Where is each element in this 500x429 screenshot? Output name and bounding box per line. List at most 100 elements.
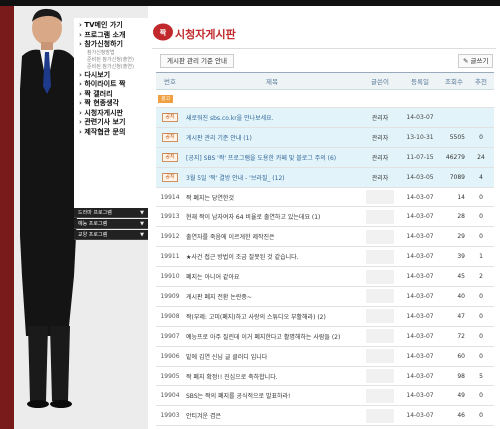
post-date: 14-03-07 [400, 286, 440, 307]
menu-item[interactable]: 짝 갤러리 [79, 90, 148, 100]
red-band [0, 6, 14, 429]
post-date: 14-03-07 [400, 326, 440, 347]
table-row[interactable]: 19907 예능프로 아주 질린데 이거 폐지한다고 활명해하는 사람들 (2) 1… [156, 326, 494, 347]
post-title-link[interactable]: ★사건 접근 방법이 조금 잘못된 것 같습니다. [184, 246, 360, 268]
table-row[interactable]: 19905 짝 폐지 확정!! 진심으로 축하합니다. 14-03-07 98 5 [156, 366, 494, 387]
post-date: 14-03-07 [400, 266, 440, 288]
redacted-author [366, 209, 394, 224]
post-title-link[interactable]: 짝 폐지 확정!! 진심으로 축하합니다. [184, 366, 360, 387]
post-number: 19904 [156, 385, 184, 407]
notice-badge-cell: 공지 [156, 107, 184, 128]
post-title-link[interactable]: 안티겨운 겸은 [184, 405, 360, 427]
menu-item[interactable]: 다시보기 [79, 71, 148, 81]
notice-row[interactable]: 공지 3월 5일 '짝' 결방 안내 - '브라질_ (12) 관리자 14-03-0… [156, 167, 494, 188]
dropdown-culture[interactable]: 교양 프로그램 ▼ [74, 230, 148, 240]
post-number: 19903 [156, 405, 184, 427]
menu-item[interactable]: 하이라이트 짝 [79, 80, 148, 90]
post-date: 14-03-07 [400, 405, 440, 427]
table-row[interactable]: 19911 ★사건 접근 방법이 조금 잘못된 것 같습니다. 14-03-07 39… [156, 246, 494, 268]
post-views: 28 [440, 206, 468, 228]
post-date: 14-03-07 [400, 306, 440, 327]
post-author: 관리자 [360, 107, 400, 128]
post-number: 19906 [156, 346, 184, 367]
table-row[interactable]: 19913 현재 짝이 남자여자 64 비율로 출연하고 있는데요 (1) 14-0… [156, 206, 494, 228]
write-button[interactable]: ✎ 글쓰기 [458, 54, 494, 68]
notice-badge: 공지 [162, 172, 178, 182]
post-title-link[interactable]: [공지] SBS '짝' 프로그램을 도용한 카페 및 블로그 주의 (6) [184, 147, 360, 168]
post-title-link[interactable]: 출연자를 죽음에 이르게한 제작진은 [184, 226, 360, 248]
post-recommend: 0 [468, 306, 494, 327]
notice-badge-cell: 공지 [156, 127, 184, 148]
table-row[interactable]: 19910 폐지는 아니어 같아요 14-03-07 45 2 [156, 266, 494, 288]
post-author [360, 385, 400, 407]
menu-item[interactable]: 관련기사 보기 [79, 118, 148, 128]
post-title-link[interactable]: SBS는 짝의 폐지를 공식적으로 발표하라! [184, 385, 360, 407]
table-row[interactable]: 19908 짝(부제: 고미(폐지)하고 사랑의 스튜디오 부활해라) (2) 14… [156, 306, 494, 327]
menu-item[interactable]: 프로그램 소개 [79, 31, 148, 41]
table-row[interactable]: 19914 짝 폐지는 당연한것 14-03-07 14 0 [156, 187, 494, 208]
menu-item[interactable]: 참가신청하기 [79, 40, 148, 50]
post-views: 46279 [440, 147, 468, 168]
table-row[interactable]: 19906 밑에 김연 신님 글 클러디 입니다 14-03-07 60 0 [156, 346, 494, 367]
menu-subitem[interactable]: 준비된 참가신청(출연) [79, 64, 148, 71]
post-views: 39 [440, 246, 468, 268]
post-title-link[interactable]: 예능프로 아주 질린데 이거 폐지한다고 활명해하는 사람들 (2) [184, 326, 360, 347]
post-recommend: 0 [468, 326, 494, 347]
table-header: 번호 제목 글쓴이 등록일 조회수 추천 [156, 72, 494, 90]
post-date: 14-03-07 [400, 187, 440, 208]
table-row[interactable]: 19909 게시판 폐지 전환 논란중~ 14-03-07 40 0 [156, 286, 494, 307]
post-recommend [468, 107, 494, 128]
post-views: 45 [440, 266, 468, 288]
post-title-link[interactable]: 현재 짝이 남자여자 64 비율로 출연하고 있는데요 (1) [184, 206, 360, 228]
board-logo-icon: 짝 [153, 23, 173, 41]
dropdown-drama[interactable]: 드라마 프로그램 ▼ [74, 208, 148, 218]
post-title-link[interactable]: 짝 폐지는 당연한것 [184, 187, 360, 208]
post-date: 14-03-07 [400, 346, 440, 367]
notice-badge: 공지 [162, 152, 178, 162]
menu-item[interactable]: TV메인 가기 [79, 21, 148, 31]
post-author: 관리자 [360, 167, 400, 188]
menu-item[interactable]: 제작협관 문의 [79, 128, 148, 138]
post-recommend: 0 [468, 385, 494, 407]
post-title-link[interactable]: 새로워진 sbs.co.kr을 만나보세요. [184, 107, 360, 128]
post-title-link[interactable]: 게시판 관리 기준 안내 (1) [184, 127, 360, 148]
col-subject: 제목 [184, 72, 360, 90]
post-title-link[interactable]: 밑에 김연 신님 글 클러디 입니다 [184, 346, 360, 367]
col-number: 번호 [156, 72, 184, 90]
notice-badge: 공지 [162, 132, 178, 142]
redacted-author [366, 190, 394, 204]
notice-row[interactable]: 공지 게시판 관리 기준 안내 (1) 관리자 13-10-31 5505 0 [156, 127, 494, 148]
table-row[interactable]: 19903 안티겨운 겸은 14-03-07 46 0 [156, 405, 494, 427]
dropdown-variety[interactable]: 예능 프로그램 ▼ [74, 219, 148, 229]
redacted-author [366, 269, 394, 284]
post-author [360, 346, 400, 367]
menu-item[interactable]: 시청자게시판 [79, 109, 148, 119]
menu-subitem[interactable]: 준비된 참가신청(출연) [79, 57, 148, 64]
post-recommend: 0 [468, 187, 494, 208]
guide-button[interactable]: 게시판 관리 기준 안내 [160, 54, 235, 68]
menu-item[interactable]: 짝 현종생각 [79, 99, 148, 109]
redacted-author [366, 229, 394, 244]
post-views: 49 [440, 385, 468, 407]
post-title-link[interactable]: 3월 5일 '짝' 결방 안내 - '브라질_ (12) [184, 167, 360, 188]
post-number: 19909 [156, 286, 184, 307]
notice-row[interactable]: 공지 [공지] SBS '짝' 프로그램을 도용한 카페 및 블로그 주의 (6)… [156, 147, 494, 168]
post-title-link[interactable]: 폐지는 아니어 같아요 [184, 266, 360, 288]
ad-row: 광고 [156, 89, 494, 108]
page-title: 시청자게시판 [175, 28, 236, 41]
post-views: 29 [440, 226, 468, 248]
redacted-author [366, 408, 394, 423]
post-date: 14-03-07 [400, 246, 440, 268]
post-views: 5505 [440, 127, 468, 148]
table-row[interactable]: 19904 SBS는 짝의 폐지를 공식적으로 발표하라! 14-03-07 49 0 [156, 385, 494, 407]
post-title-link[interactable]: 게시판 폐지 전환 논란중~ [184, 286, 360, 307]
svg-text:짝: 짝 [160, 28, 167, 37]
post-views: 47 [440, 306, 468, 327]
menu-subitem[interactable]: 참가신청방법 [79, 50, 148, 57]
post-author [360, 306, 400, 327]
post-title-link[interactable]: 짝(부제: 고미(폐지)하고 사랑의 스튜디오 부활해라) (2) [184, 306, 360, 327]
post-views: 98 [440, 366, 468, 387]
table-row[interactable]: 19912 출연자를 죽음에 이르게한 제작진은 14-03-07 29 0 [156, 226, 494, 248]
col-date: 등록일 [400, 72, 440, 90]
notice-row[interactable]: 공지 새로워진 sbs.co.kr을 만나보세요. 관리자 14-03-07 [156, 107, 494, 128]
